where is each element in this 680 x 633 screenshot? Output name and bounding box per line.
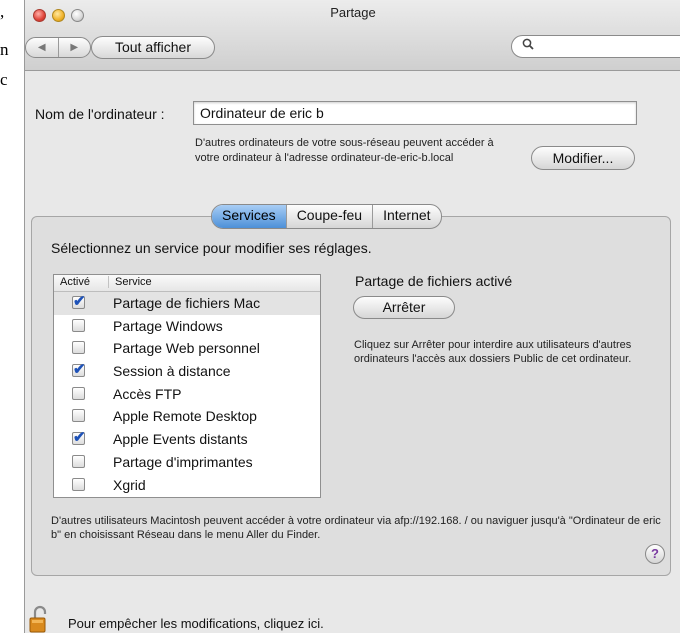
service-label: Apple Remote Desktop	[113, 408, 257, 425]
window-title: Partage	[330, 5, 376, 20]
service-checkbox[interactable]	[72, 386, 85, 400]
tab-internet[interactable]: Internet	[372, 205, 440, 228]
lock-message: Pour empêcher les modifications, cliquez…	[68, 616, 324, 631]
back-arrow-icon[interactable]: ◀	[26, 38, 58, 57]
service-checkbox[interactable]: ✔	[72, 293, 86, 310]
service-checkbox[interactable]	[72, 341, 85, 355]
afp-address-info: D'autres utilisateurs Macintosh peuvent …	[51, 515, 661, 541]
service-label: Accès FTP	[113, 385, 182, 402]
network-address-info: D'autres ordinateurs de votre sous-résea…	[195, 137, 494, 164]
service-label: Apple Events distants	[113, 431, 248, 448]
service-label: Partage Windows	[113, 317, 223, 334]
service-description: Cliquez sur Arrêter pour interdire aux u…	[354, 339, 632, 365]
column-header-enabled[interactable]: Activé	[60, 276, 90, 288]
service-row[interactable]: Xgrid	[54, 474, 320, 497]
back-forward-control: ◀ ▶	[25, 37, 91, 58]
help-button[interactable]: ?	[645, 544, 665, 564]
background-text-fragment: c	[0, 70, 8, 89]
service-list-header: Activé Service	[54, 275, 320, 292]
checkmark-icon: ✔	[73, 429, 86, 447]
service-checkbox[interactable]	[72, 318, 85, 332]
service-checkbox[interactable]: ✔	[72, 429, 86, 446]
service-row[interactable]: ✔ Session à distance	[54, 360, 320, 383]
sharing-preferences-window: Partage ◀ ▶ Tout afficher Nom de l'ordin…	[24, 0, 680, 633]
service-row[interactable]: Partage d'imprimantes	[54, 451, 320, 474]
tab-services[interactable]: Services	[212, 205, 286, 228]
service-checkbox[interactable]: ✔	[72, 361, 86, 378]
forward-arrow-icon[interactable]: ▶	[57, 38, 91, 57]
service-label: Partage d'imprimantes	[113, 453, 253, 470]
tab-bar: Services Coupe-feu Internet	[211, 204, 442, 229]
search-icon	[522, 38, 534, 53]
title-bar: Partage ◀ ▶ Tout afficher	[25, 0, 680, 71]
computer-name-label: Nom de l'ordinateur :	[35, 106, 165, 122]
service-label: Session à distance	[113, 363, 231, 380]
stop-button[interactable]: Arrêter	[353, 296, 455, 319]
service-label: Xgrid	[113, 476, 146, 493]
service-row[interactable]: Apple Remote Desktop	[54, 405, 320, 428]
column-header-service[interactable]: Service	[108, 276, 152, 288]
checkmark-icon: ✔	[73, 293, 86, 310]
checkmark-icon: ✔	[73, 361, 86, 379]
service-row[interactable]: ✔ Apple Events distants	[54, 428, 320, 451]
show-all-button[interactable]: Tout afficher	[91, 36, 215, 59]
background-text-fragment: ,	[0, 2, 5, 21]
service-label: Partage de fichiers Mac	[113, 295, 261, 311]
background-text-fragment: n	[0, 40, 9, 59]
service-row[interactable]: ✔ Partage de fichiers Mac	[54, 292, 320, 315]
computer-name-input[interactable]	[193, 101, 637, 125]
service-label: Partage Web personnel	[113, 340, 260, 357]
service-row[interactable]: Accès FTP	[54, 383, 320, 406]
service-row[interactable]: Partage Windows	[54, 315, 320, 338]
unlocked-padlock-icon[interactable]	[29, 605, 51, 633]
search-field[interactable]	[511, 35, 680, 58]
service-checkbox[interactable]	[72, 454, 85, 468]
service-list: Activé Service ✔ Partage de fichiers Mac P…	[53, 274, 321, 498]
service-status: Partage de fichiers activé	[355, 273, 513, 289]
service-checkbox[interactable]	[72, 477, 85, 491]
service-row[interactable]: Partage Web personnel	[54, 337, 320, 360]
modify-button[interactable]: Modifier...	[531, 146, 635, 170]
service-checkbox[interactable]	[72, 409, 85, 423]
select-service-prompt: Sélectionnez un service pour modifier se…	[51, 240, 372, 256]
tab-firewall[interactable]: Coupe-feu	[285, 205, 372, 228]
background-window-fragment: , n c	[0, 0, 26, 110]
